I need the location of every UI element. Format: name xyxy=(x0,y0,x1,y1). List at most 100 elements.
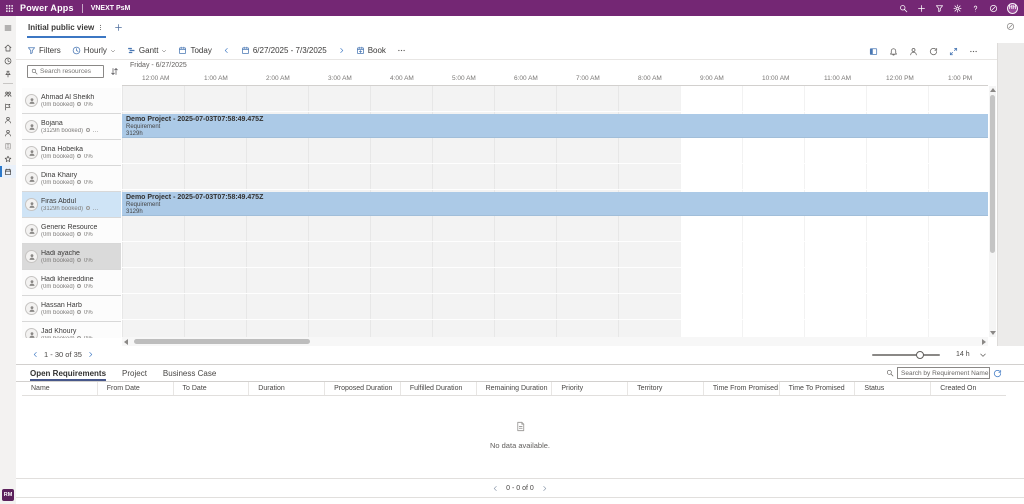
more-options-icon[interactable] xyxy=(969,47,978,56)
column-header-time-from-promised[interactable]: Time From Promised xyxy=(704,382,780,395)
requirement-search-input[interactable] xyxy=(897,367,990,379)
resources-people-icon[interactable] xyxy=(0,87,16,100)
resource-search-box[interactable] xyxy=(27,65,104,78)
toolbar-right-actions xyxy=(869,42,978,60)
resource-card[interactable]: Bojana (3129h booked) 0% xyxy=(22,114,121,139)
page-next-chevron-icon[interactable] xyxy=(541,485,548,492)
date-range-picker[interactable]: 6/27/2025 - 7/3/2025 xyxy=(241,46,327,55)
resource-card[interactable]: Hadi kheireddine (0m booked) 0% xyxy=(22,270,121,295)
more-commands-icon[interactable] xyxy=(397,46,406,55)
refresh-icon[interactable] xyxy=(929,47,938,56)
zoom-slider-thumb[interactable] xyxy=(916,351,924,359)
page-next-chevron-icon[interactable] xyxy=(87,351,94,358)
resource-card[interactable]: Generic Resource (0m booked) 0% xyxy=(22,218,121,243)
resource-card[interactable]: Hadi ayache (0m booked) 0% xyxy=(22,244,121,269)
hamburger-menu-icon[interactable] xyxy=(0,21,16,34)
add-board-tab-icon[interactable] xyxy=(114,23,123,32)
next-range-chevron-icon[interactable] xyxy=(338,47,345,54)
column-header-priority[interactable]: Priority xyxy=(552,382,628,395)
booking-bar[interactable]: Demo Project - 2025-07-03T07:58:49.475Z … xyxy=(122,114,988,138)
chevron-down-icon xyxy=(161,48,167,54)
contacts-person-icon[interactable] xyxy=(0,113,16,126)
environment-name[interactable]: VNEXT PsM xyxy=(91,5,131,12)
booking-bar[interactable]: Demo Project - 2025-07-03T07:58:49.475Z … xyxy=(122,192,988,216)
favorites-star-icon[interactable] xyxy=(0,152,16,165)
tab-options-icon[interactable] xyxy=(97,24,104,31)
tab-project[interactable]: Project xyxy=(122,369,147,381)
time-label: 1:00 AM xyxy=(204,75,228,82)
scroll-right-arrow-icon[interactable] xyxy=(982,339,986,345)
filters-button[interactable]: Filters xyxy=(27,46,61,55)
milestones-flag-icon[interactable] xyxy=(0,100,16,113)
today-button[interactable]: Today xyxy=(178,46,211,55)
horizontal-scroll-thumb[interactable] xyxy=(134,339,310,344)
users-person-icon[interactable] xyxy=(0,126,16,139)
refresh-icon[interactable] xyxy=(993,369,1002,378)
pinned-icon[interactable] xyxy=(0,67,16,80)
book-button[interactable]: Book xyxy=(356,46,386,55)
resource-card[interactable]: Firas Abdul (3129h booked) 0% xyxy=(22,192,121,217)
scroll-left-arrow-icon[interactable] xyxy=(124,339,128,345)
search-icon[interactable] xyxy=(899,4,908,13)
column-header-duration[interactable]: Duration xyxy=(249,382,325,395)
avatar[interactable]: HH xyxy=(1007,3,1018,14)
resource-card[interactable]: Dina Hobeika (0m booked) 0% xyxy=(22,140,121,165)
gantt-body[interactable]: Demo Project - 2025-07-03T07:58:49.475Z … xyxy=(122,86,988,337)
column-header-fulfilled-duration[interactable]: Fulfilled Duration xyxy=(401,382,477,395)
board-tab-row: Initial public view xyxy=(16,16,1024,42)
resource-panel: Ahmad Al Sheikh (0m booked) 0% Bojana (3… xyxy=(22,60,122,338)
page-previous-chevron-icon[interactable] xyxy=(492,485,499,492)
waffle-menu-icon[interactable] xyxy=(5,4,14,13)
recent-clock-icon[interactable] xyxy=(0,54,16,67)
feedback-icon[interactable] xyxy=(1006,22,1015,31)
resource-card[interactable]: Jad Khoury (0m booked) 0% xyxy=(22,322,121,338)
collapse-panel-chevron-icon[interactable] xyxy=(979,351,987,359)
page-previous-chevron-icon[interactable] xyxy=(32,351,39,358)
filter-icon[interactable] xyxy=(935,4,944,13)
tab-initial-public-view[interactable]: Initial public view xyxy=(27,21,106,38)
vertical-scroll-thumb[interactable] xyxy=(990,95,995,253)
column-header-from-date[interactable]: From Date xyxy=(98,382,174,395)
requests-clipboard-icon[interactable] xyxy=(0,139,16,152)
vertical-scrollbar[interactable] xyxy=(989,86,996,337)
column-header-time-to-promised[interactable]: Time To Promised xyxy=(780,382,856,395)
booking-type: Requirement xyxy=(126,202,988,209)
interval-dropdown[interactable]: Hourly xyxy=(72,46,116,55)
scroll-up-arrow-icon[interactable] xyxy=(990,88,996,92)
sort-resources-icon[interactable] xyxy=(110,67,119,76)
tab-business-case[interactable]: Business Case xyxy=(163,369,216,381)
horizontal-scrollbar[interactable] xyxy=(122,337,988,346)
fullscreen-icon[interactable] xyxy=(949,47,958,56)
resource-card[interactable]: Dina Khairy (0m booked) 0% xyxy=(22,166,121,191)
notifications-bell-icon[interactable] xyxy=(889,47,898,56)
schedule-board-icon[interactable] xyxy=(869,47,878,56)
time-label: 12:00 AM xyxy=(142,75,169,82)
previous-range-chevron-icon[interactable] xyxy=(223,47,230,54)
requirements-person-icon[interactable] xyxy=(909,47,918,56)
settings-gear-icon[interactable] xyxy=(953,4,962,13)
column-header-name[interactable]: Name xyxy=(22,382,98,395)
column-header-territory[interactable]: Territory xyxy=(628,382,704,395)
view-type-dropdown[interactable]: Gantt xyxy=(127,46,168,55)
collapsed-details-panel[interactable] xyxy=(997,43,1024,364)
resource-name: Hadi kheireddine xyxy=(41,276,94,283)
app-title[interactable]: Power Apps xyxy=(20,3,74,13)
column-header-proposed-duration[interactable]: Proposed Duration xyxy=(325,382,401,395)
column-header-created-on[interactable]: Created On xyxy=(931,382,1006,395)
schedule-calendar-icon[interactable] xyxy=(0,165,16,178)
scroll-down-arrow-icon[interactable] xyxy=(990,331,996,335)
resource-avatar-icon xyxy=(25,146,38,159)
home-icon[interactable] xyxy=(0,41,16,54)
tab-open-requirements[interactable]: Open Requirements xyxy=(30,369,106,381)
resource-card[interactable]: Ahmad Al Sheikh (0m booked) 0% xyxy=(22,88,121,113)
quick-create-icon[interactable] xyxy=(917,4,926,13)
resource-card[interactable]: Hassan Harb (0m booked) 0% xyxy=(22,296,121,321)
help-icon[interactable] xyxy=(971,4,980,13)
zoom-slider[interactable] xyxy=(872,354,940,356)
column-header-status[interactable]: Status xyxy=(855,382,931,395)
resource-search-input[interactable] xyxy=(40,68,100,75)
feedback-icon[interactable] xyxy=(989,4,998,13)
column-header-to-date[interactable]: To Date xyxy=(174,382,250,395)
column-header-remaining-duration[interactable]: Remaining Duration xyxy=(477,382,553,395)
app-badge[interactable]: RM xyxy=(2,489,14,501)
